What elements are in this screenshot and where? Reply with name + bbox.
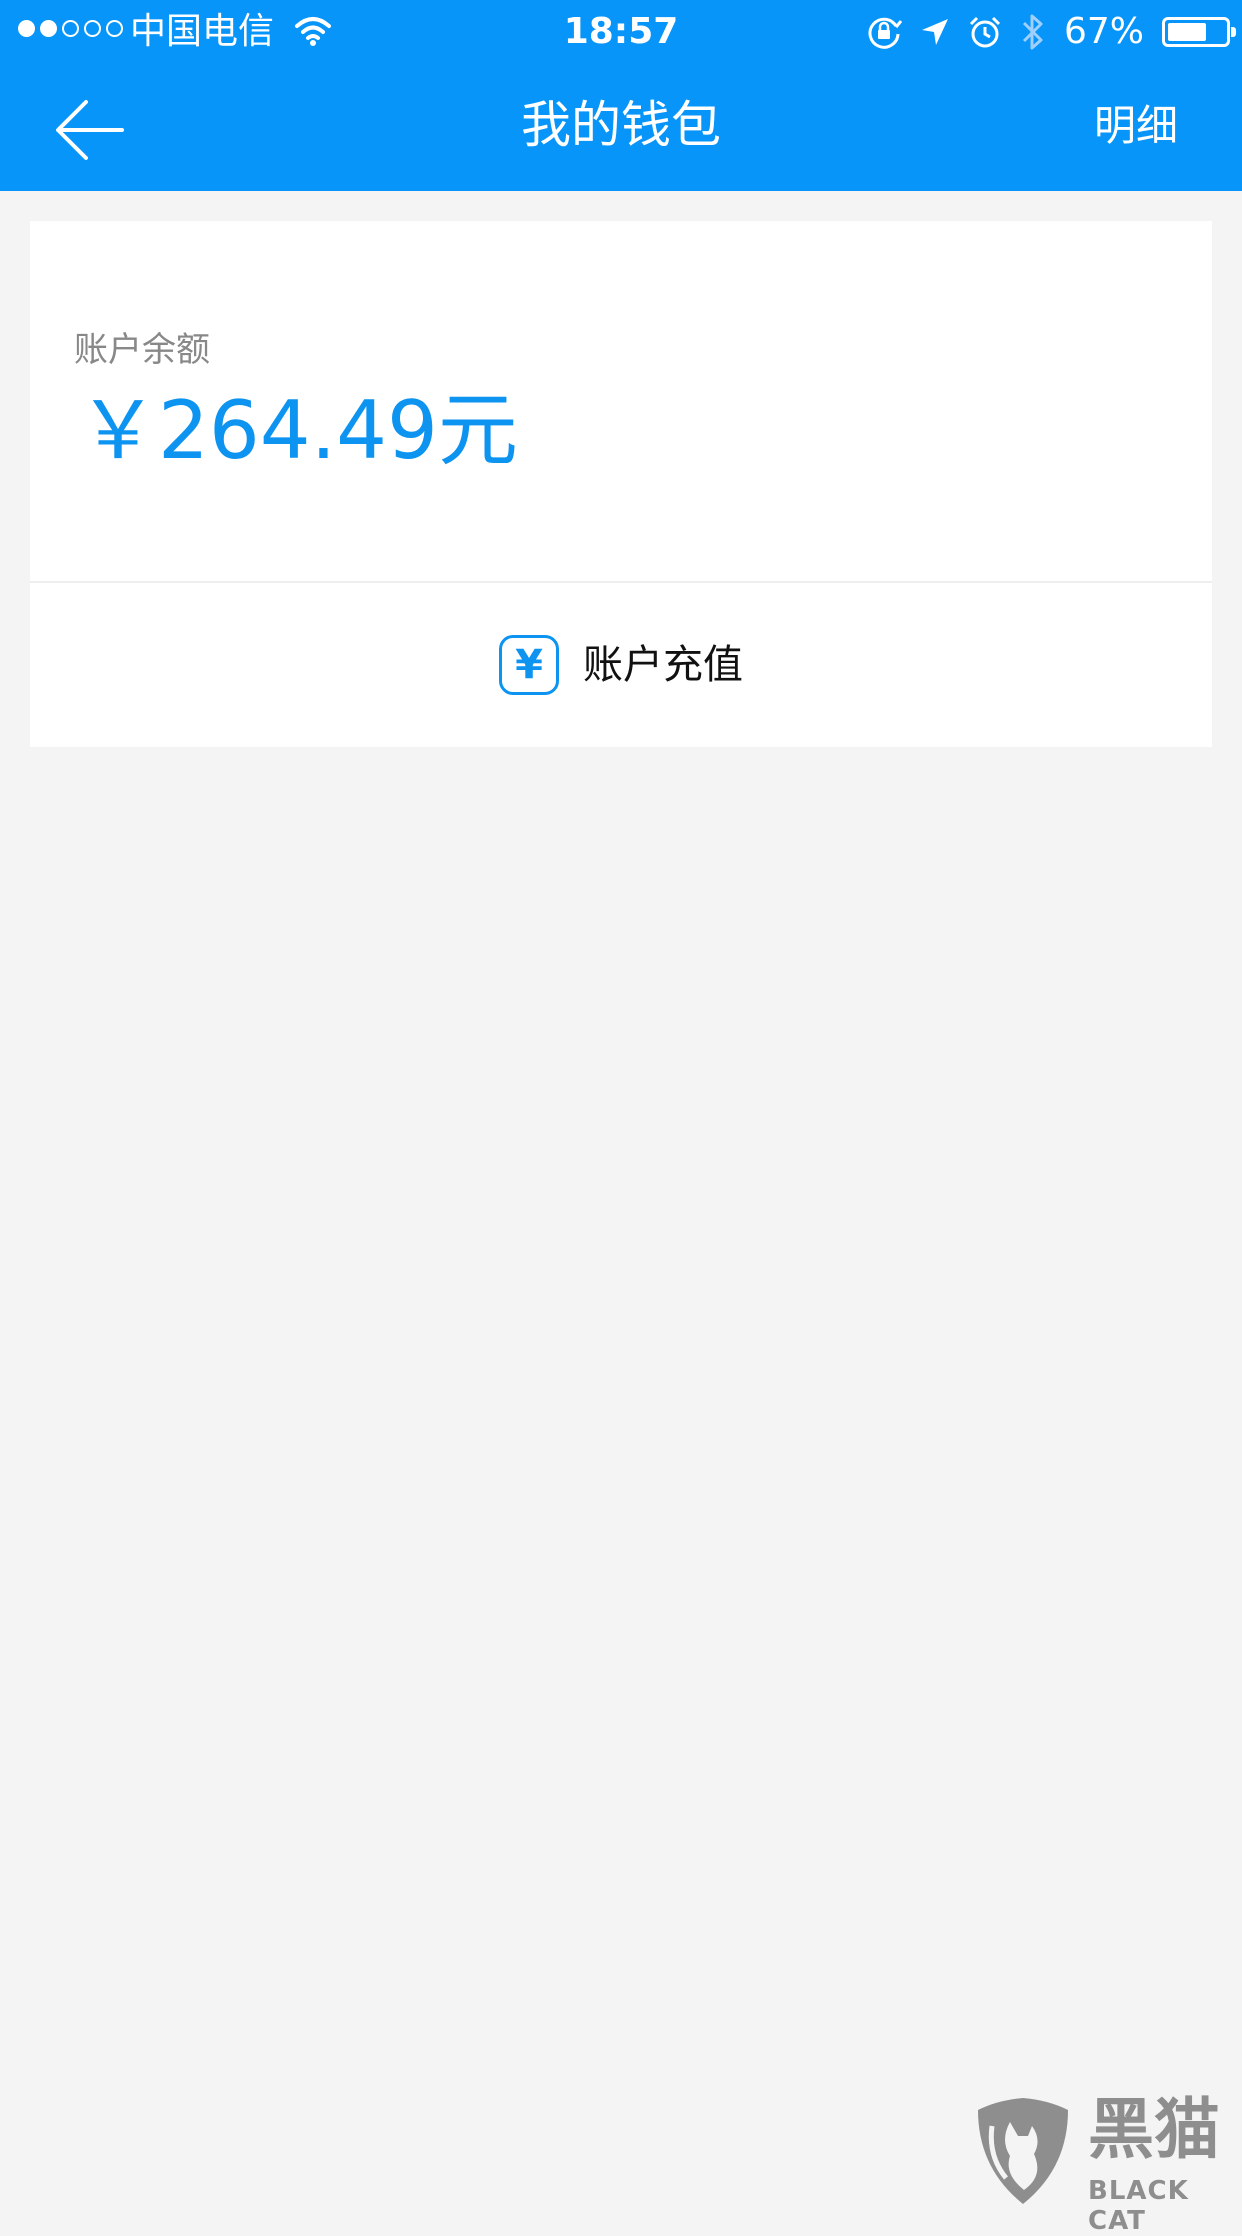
- header: 中国电信 18:57 67% 我的钱包 明细: [0, 0, 1242, 191]
- watermark-logo: 黑猫 BLACK CAT: [970, 2090, 1242, 2236]
- cat-shield-icon: [978, 2098, 1068, 2204]
- wallet-card: 账户余额 ￥264.49元 ¥ 账户充值: [30, 221, 1212, 747]
- rotation-lock-icon: [868, 17, 902, 49]
- recharge-button[interactable]: ¥ 账户充值: [30, 583, 1212, 747]
- detail-button[interactable]: 明细: [1094, 98, 1178, 154]
- yen-icon: ¥: [499, 635, 559, 695]
- status-bar: 中国电信 18:57 67%: [0, 0, 1242, 62]
- bluetooth-icon: [1022, 14, 1043, 50]
- watermark-subtitle: BLACK CAT: [1088, 2176, 1189, 2236]
- page-title: 我的钱包: [521, 96, 721, 154]
- balance-label: 账户余额: [74, 330, 210, 370]
- battery-icon: [1162, 17, 1236, 47]
- battery-percentage: 67%: [1063, 11, 1144, 52]
- status-right-group: 67%: [866, 10, 1236, 54]
- recharge-label: 账户充值: [583, 642, 743, 688]
- balance-amount: ￥264.49元: [78, 384, 518, 477]
- watermark-name: 黑猫: [1088, 2091, 1220, 2168]
- nav-bar: 我的钱包 明细: [0, 62, 1242, 191]
- alarm-icon: [969, 16, 1001, 48]
- location-icon: [921, 19, 948, 45]
